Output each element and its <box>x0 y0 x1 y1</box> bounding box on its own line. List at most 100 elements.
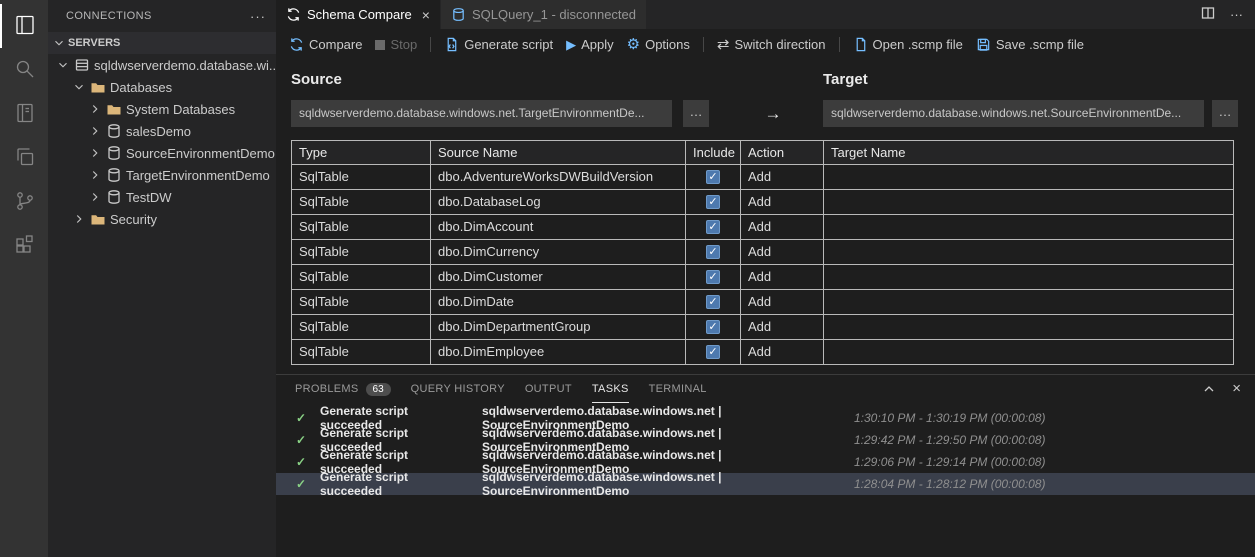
cell-include: ✓ <box>686 240 741 265</box>
cell-source-name: dbo.DatabaseLog <box>431 190 686 215</box>
tab-label: Schema Compare <box>307 7 412 22</box>
switch-direction-icon: ⇄ <box>716 36 730 53</box>
chevron-up-icon[interactable] <box>1201 381 1217 397</box>
more-actions-icon[interactable]: ··· <box>1230 7 1243 22</box>
panel-tab-problems[interactable]: PROBLEMS 63 <box>295 375 391 403</box>
editor-actions: ··· <box>1200 0 1255 29</box>
panel-tab-label: PROBLEMS <box>295 383 359 395</box>
generate-script-button[interactable]: Generate script <box>444 37 553 52</box>
tree-item-label: TargetEnvironmentDemo <box>126 167 270 183</box>
target-endpoint-input[interactable]: sqldwserverdemo.database.windows.net.Sou… <box>823 100 1204 127</box>
save-scmp-button[interactable]: Save .scmp file <box>976 37 1084 52</box>
split-editor-icon[interactable] <box>1200 5 1216 24</box>
activity-source-control-button[interactable] <box>0 180 48 224</box>
activity-extensions-button[interactable] <box>0 224 48 268</box>
include-checkbox[interactable]: ✓ <box>706 345 720 359</box>
tab-label: SQLQuery_1 - disconnected <box>471 7 637 22</box>
save-icon <box>976 37 991 52</box>
cell-source-name: dbo.DimDate <box>431 290 686 315</box>
include-checkbox[interactable]: ✓ <box>706 295 720 309</box>
cell-source-name: dbo.AdventureWorksDWBuildVersion <box>431 165 686 190</box>
include-checkbox[interactable]: ✓ <box>706 170 720 184</box>
close-icon[interactable]: × <box>422 7 430 23</box>
cell-target-name <box>824 290 1234 315</box>
activity-connections-button[interactable] <box>0 4 48 48</box>
tree-item-label: salesDemo <box>126 123 192 139</box>
tree-item-server[interactable]: sqldwserverdemo.database.wi... <box>48 54 276 76</box>
source-browse-button[interactable]: … <box>683 100 709 127</box>
panel-tab-label: OUTPUT <box>524 383 572 395</box>
column-header-target-name: Target Name <box>824 141 1234 165</box>
script-file-icon <box>444 37 459 52</box>
tree-item-databases[interactable]: Databases <box>48 76 276 98</box>
include-checkbox[interactable]: ✓ <box>706 220 720 234</box>
include-checkbox[interactable]: ✓ <box>706 245 720 259</box>
tree-item-label: Security <box>110 211 157 227</box>
switch-direction-button[interactable]: ⇄ Switch direction <box>717 37 826 52</box>
column-header-type: Type <box>292 141 431 165</box>
app-window: CONNECTIONS ··· SERVERS sqldwserverdemo.… <box>0 0 1255 557</box>
cell-target-name <box>824 165 1234 190</box>
tree-item-system-databases[interactable]: System Databases <box>48 98 276 120</box>
gear-icon: ⚙ <box>626 36 641 53</box>
panel-tab-terminal[interactable]: TERMINAL <box>649 375 707 403</box>
cell-source-name: dbo.DimCustomer <box>431 265 686 290</box>
cell-action: Add <box>741 290 824 315</box>
tree-item-testdw[interactable]: TestDW <box>48 186 276 208</box>
task-row-selected[interactable]: ✓ Generate script succeeded sqldwserverd… <box>276 470 1255 498</box>
task-time: 1:29:06 PM - 1:29:14 PM (00:00:08) <box>854 455 1046 469</box>
database-icon <box>106 145 122 161</box>
source-heading: Source <box>291 71 342 88</box>
cell-include: ✓ <box>686 190 741 215</box>
activity-explorer-button[interactable] <box>0 136 48 180</box>
activity-search-button[interactable] <box>0 48 48 92</box>
panel-tab-tasks[interactable]: TASKS <box>591 375 629 403</box>
cell-target-name <box>824 315 1234 340</box>
sidebar-title: CONNECTIONS <box>66 10 152 22</box>
success-check-icon: ✓ <box>296 455 307 469</box>
toolbar-separator <box>838 37 840 52</box>
include-checkbox[interactable]: ✓ <box>706 270 720 284</box>
chevron-right-icon <box>88 146 102 160</box>
close-panel-icon[interactable]: × <box>1232 381 1241 397</box>
database-file-icon <box>451 7 466 22</box>
copy-icon <box>13 145 37 172</box>
tab-sqlquery[interactable]: SQLQuery_1 - disconnected <box>440 0 647 29</box>
open-scmp-button[interactable]: Open .scmp file <box>853 37 963 52</box>
cell-source-name: dbo.DimDepartmentGroup <box>431 315 686 340</box>
target-browse-button[interactable]: … <box>1212 100 1238 127</box>
include-checkbox[interactable]: ✓ <box>706 320 720 334</box>
tree-item-salesdemo[interactable]: salesDemo <box>48 120 276 142</box>
include-checkbox[interactable]: ✓ <box>706 195 720 209</box>
panel-tab-output[interactable]: OUTPUT <box>525 375 572 403</box>
cell-action: Add <box>741 165 824 190</box>
compare-button[interactable]: Compare <box>289 37 362 52</box>
tree-item-targetenvironmentdemo[interactable]: TargetEnvironmentDemo <box>48 164 276 186</box>
tree-item-sourceenvironmentdemo[interactable]: SourceEnvironmentDemo <box>48 142 276 164</box>
options-button[interactable]: ⚙ Options <box>627 37 690 52</box>
more-actions-icon[interactable]: ··· <box>250 9 266 24</box>
apply-button[interactable]: ▶ Apply <box>566 37 614 52</box>
cell-type: SqlTable <box>292 165 431 190</box>
panel-actions: × <box>1201 381 1255 397</box>
servers-section-header[interactable]: SERVERS <box>48 32 276 54</box>
search-icon <box>13 57 37 84</box>
play-icon: ▶ <box>566 37 577 52</box>
task-status: Generate script succeeded <box>320 470 409 498</box>
open-file-icon <box>853 37 868 52</box>
activity-notebooks-button[interactable] <box>0 92 48 136</box>
stop-button[interactable]: Stop <box>375 37 417 52</box>
tree-item-label: sqldwserverdemo.database.wi... <box>94 57 276 73</box>
column-header-include: Include <box>686 141 741 165</box>
button-label: Switch direction <box>734 37 826 52</box>
editor-tab-bar: Schema Compare × SQLQuery_1 - disconnect… <box>276 0 1255 29</box>
panel-tab-label: TERMINAL <box>648 383 707 395</box>
cell-include: ✓ <box>686 215 741 240</box>
source-control-branch-icon <box>13 189 37 216</box>
cell-action: Add <box>741 315 824 340</box>
tree-item-security[interactable]: Security <box>48 208 276 230</box>
success-check-icon: ✓ <box>296 411 307 425</box>
tab-schema-compare[interactable]: Schema Compare × <box>276 0 440 29</box>
panel-tab-query-history[interactable]: QUERY HISTORY <box>411 375 505 403</box>
source-endpoint-input[interactable]: sqldwserverdemo.database.windows.net.Tar… <box>291 100 672 127</box>
